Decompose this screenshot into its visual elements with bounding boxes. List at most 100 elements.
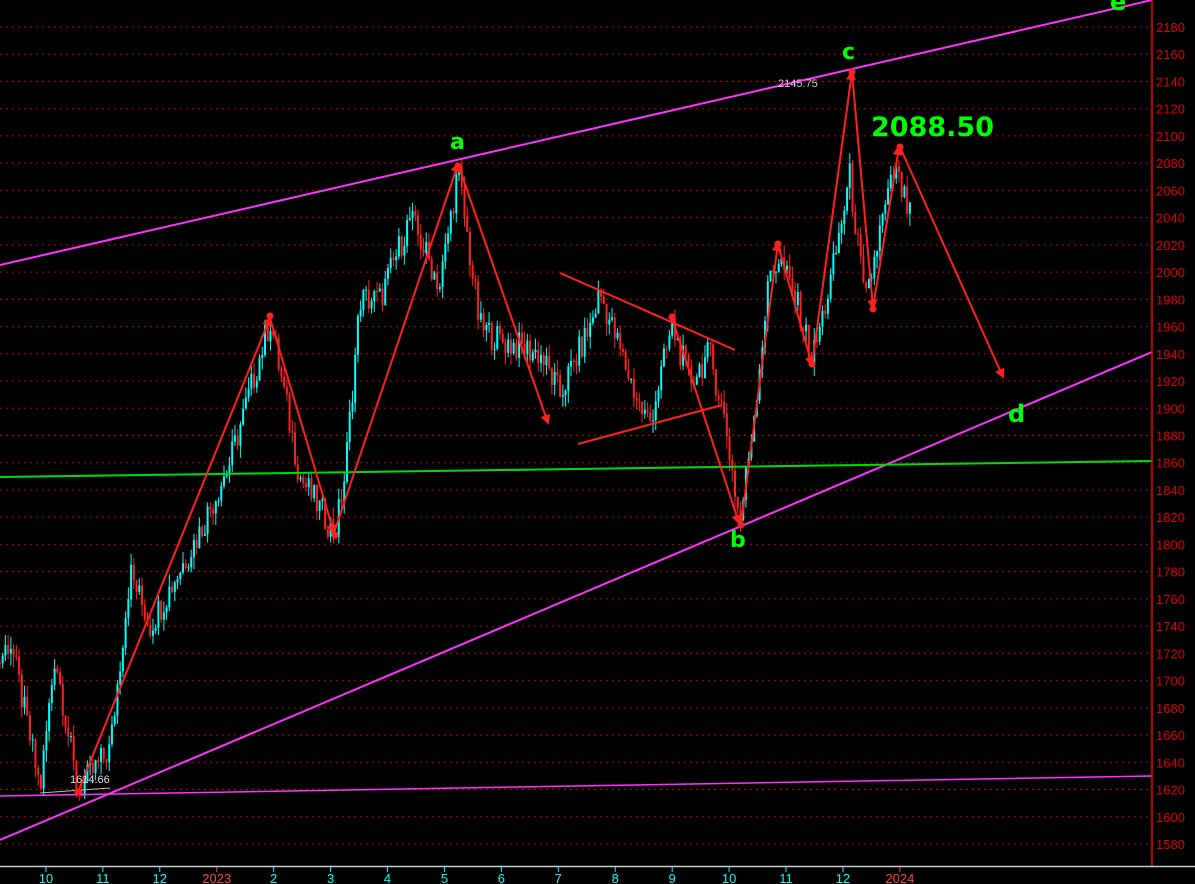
candle — [542, 351, 545, 377]
candle — [195, 534, 198, 555]
candle — [621, 343, 624, 356]
candle — [209, 502, 212, 518]
bottom-support-line — [0, 775, 1153, 797]
time-tick-label: 2024 — [885, 871, 914, 884]
candle — [627, 358, 630, 382]
candle — [846, 186, 849, 215]
candle — [253, 362, 256, 394]
price-tick-label: 1700 — [1156, 674, 1185, 689]
price-tick-label: 1880 — [1156, 429, 1185, 444]
candle — [662, 343, 665, 368]
candle — [20, 668, 23, 718]
candle — [173, 580, 176, 602]
triangle-upper-line — [559, 272, 736, 351]
price-tick-label: 2080 — [1156, 156, 1185, 171]
candle — [127, 587, 130, 627]
price-tick-label: 2160 — [1156, 47, 1185, 62]
candle — [39, 773, 42, 792]
price-tick-label: 2100 — [1156, 129, 1185, 144]
candle — [706, 337, 709, 363]
candle — [884, 199, 887, 221]
candle — [411, 202, 414, 231]
candle — [862, 244, 865, 284]
candle — [217, 497, 220, 507]
candle — [632, 367, 635, 408]
time-tick-label: 12 — [153, 871, 167, 884]
time-tick-label: 11 — [96, 871, 110, 884]
candle — [37, 764, 40, 787]
wave-label-b: b — [730, 528, 746, 553]
price-tick-label: 1960 — [1156, 320, 1185, 335]
candle — [479, 301, 482, 323]
candle — [1, 652, 4, 669]
price-tick-label: 2060 — [1156, 183, 1185, 198]
candle — [190, 549, 193, 573]
candle — [45, 720, 48, 763]
price-tick-label: 1860 — [1156, 456, 1185, 471]
candle — [712, 340, 715, 376]
candle — [531, 349, 534, 363]
candle — [69, 731, 72, 743]
candle — [53, 659, 56, 691]
candle — [212, 504, 215, 525]
candle — [436, 264, 439, 297]
candle — [258, 354, 261, 381]
candle — [326, 525, 329, 540]
price-tick-label: 1820 — [1156, 510, 1185, 525]
candle — [345, 431, 348, 485]
candle — [854, 204, 857, 235]
candle — [395, 249, 398, 270]
candle — [488, 312, 491, 333]
candle — [668, 330, 671, 352]
candle — [548, 344, 551, 371]
candle — [826, 294, 829, 320]
price-tick-label: 1840 — [1156, 483, 1185, 498]
candle — [280, 365, 283, 383]
candle — [851, 159, 854, 217]
candle — [725, 403, 728, 449]
candle — [223, 465, 226, 489]
candle — [288, 391, 291, 434]
candle — [110, 715, 113, 748]
time-tick-label: 9 — [669, 871, 676, 884]
candle — [242, 399, 245, 427]
candle — [564, 389, 567, 407]
candle — [482, 308, 485, 338]
wave-arrows — [77, 70, 1005, 793]
candle — [840, 219, 843, 244]
candle — [449, 209, 452, 242]
time-tick-label: 12 — [836, 871, 850, 884]
candle — [556, 360, 559, 383]
candle — [392, 251, 395, 267]
candle — [315, 484, 318, 521]
candle — [239, 421, 242, 458]
candle — [714, 369, 717, 402]
candle — [856, 228, 859, 247]
price-tick-label: 1760 — [1156, 592, 1185, 607]
candle — [777, 258, 780, 274]
candle — [848, 153, 851, 200]
candle — [501, 329, 504, 344]
candle — [283, 368, 286, 390]
candle — [135, 579, 138, 600]
time-tick-label: 10 — [39, 871, 53, 884]
candle — [23, 685, 26, 715]
candle — [887, 179, 890, 205]
candle — [589, 312, 592, 349]
candle — [348, 399, 351, 451]
candle — [616, 328, 619, 341]
candle — [408, 206, 411, 222]
price-tick-label: 1600 — [1156, 810, 1185, 825]
candle — [378, 283, 381, 293]
price-tick-label: 2040 — [1156, 211, 1185, 226]
candle — [386, 263, 389, 286]
price-tick-label: 2120 — [1156, 102, 1185, 117]
candle — [236, 428, 239, 451]
candle — [485, 322, 488, 342]
candle — [15, 644, 18, 661]
candle — [496, 320, 499, 351]
price-tick-label: 2000 — [1156, 265, 1185, 280]
candle — [728, 427, 731, 472]
candle — [100, 744, 103, 775]
price-chart: 1580 1600 1620 1640 1660 1680 1700 1720 1740 1760… — [0, 0, 1195, 884]
